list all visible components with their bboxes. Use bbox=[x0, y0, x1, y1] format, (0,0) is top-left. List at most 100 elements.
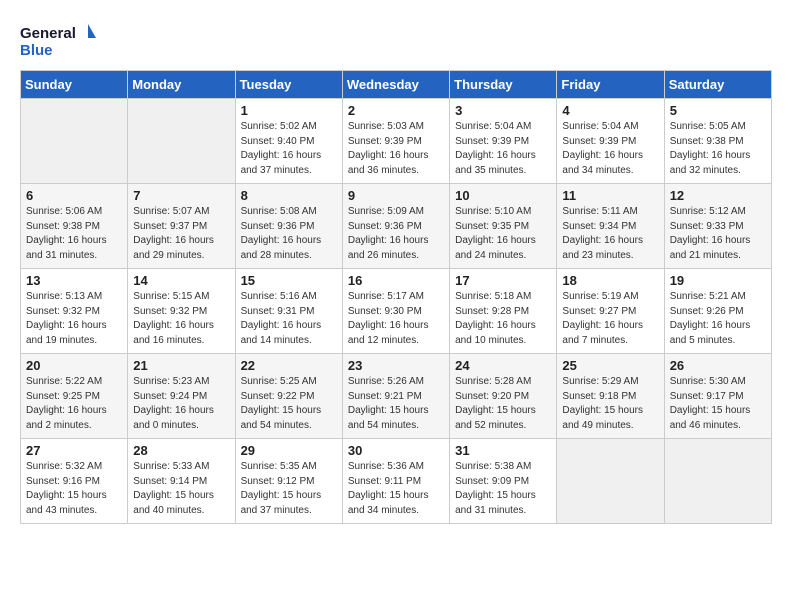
calendar-cell: 31 Sunrise: 5:38 AM Sunset: 9:09 PM Dayli… bbox=[450, 439, 557, 524]
day-info: Sunrise: 5:03 AM Sunset: 9:39 PM Dayligh… bbox=[348, 120, 444, 178]
day-info: Sunrise: 5:26 AM Sunset: 9:21 PM Dayligh… bbox=[348, 375, 444, 433]
calendar-cell: 29Sunrise: 5:35 AM Sunset: 9:12 PM Dayli… bbox=[235, 439, 342, 524]
day-info: Sunrise: 5:22 AM Sunset: 9:25 PM Dayligh… bbox=[26, 375, 122, 433]
day-number: 5 bbox=[670, 103, 766, 118]
day-number: 23 bbox=[348, 358, 444, 373]
calendar-week-row: 20 Sunrise: 5:22 AM Sunset: 9:25 PM Dayli… bbox=[21, 354, 772, 439]
day-info: Sunrise: 5:04 AM Sunset: 9:39 PM Dayligh… bbox=[455, 120, 551, 178]
day-info: Sunrise: 5:13 AM Sunset: 9:32 PM Dayligh… bbox=[26, 290, 122, 348]
day-info: Sunrise: 5:17 AM Sunset: 9:30 PM Dayligh… bbox=[348, 290, 444, 348]
day-number: 22 bbox=[241, 358, 337, 373]
day-info: Sunrise: 5:08 AM Sunset: 9:36 PM Dayligh… bbox=[241, 205, 337, 263]
day-info: Sunrise: 5:29 AM Sunset: 9:18 PM Dayligh… bbox=[562, 375, 658, 433]
calendar-cell: 20 Sunrise: 5:22 AM Sunset: 9:25 PM Dayli… bbox=[21, 354, 128, 439]
day-number: 16 bbox=[348, 273, 444, 288]
day-number: 17 bbox=[455, 273, 551, 288]
day-info: Sunrise: 5:06 AM Sunset: 9:38 PM Dayligh… bbox=[26, 205, 122, 263]
day-info: Sunrise: 5:21 AM Sunset: 9:26 PM Dayligh… bbox=[670, 290, 766, 348]
day-info: Sunrise: 5:28 AM Sunset: 9:20 PM Dayligh… bbox=[455, 375, 551, 433]
svg-text:Blue: Blue bbox=[20, 42, 53, 59]
header-wednesday: Wednesday bbox=[342, 71, 449, 99]
day-number: 29 bbox=[241, 443, 337, 458]
day-info: Sunrise: 5:23 AM Sunset: 9:24 PM Dayligh… bbox=[133, 375, 229, 433]
header-sunday: Sunday bbox=[21, 71, 128, 99]
calendar-cell bbox=[128, 99, 235, 184]
day-number: 10 bbox=[455, 188, 551, 203]
day-number: 25 bbox=[562, 358, 658, 373]
day-number: 24 bbox=[455, 358, 551, 373]
day-info: Sunrise: 5:18 AM Sunset: 9:28 PM Dayligh… bbox=[455, 290, 551, 348]
day-number: 6 bbox=[26, 188, 122, 203]
day-info: Sunrise: 5:36 AM Sunset: 9:11 PM Dayligh… bbox=[348, 460, 444, 518]
day-number: 3 bbox=[455, 103, 551, 118]
day-number: 19 bbox=[670, 273, 766, 288]
logo-icon: GeneralBlue bbox=[20, 20, 100, 60]
day-info: Sunrise: 5:19 AM Sunset: 9:27 PM Dayligh… bbox=[562, 290, 658, 348]
page-header: GeneralBlue bbox=[20, 20, 772, 60]
logo: GeneralBlue bbox=[20, 20, 100, 60]
calendar-cell: 3 Sunrise: 5:04 AM Sunset: 9:39 PM Daylig… bbox=[450, 99, 557, 184]
day-info: Sunrise: 5:11 AM Sunset: 9:34 PM Dayligh… bbox=[562, 205, 658, 263]
calendar-cell: 14Sunrise: 5:15 AM Sunset: 9:32 PM Dayli… bbox=[128, 269, 235, 354]
calendar-cell: 4Sunrise: 5:04 AM Sunset: 9:39 PM Daylig… bbox=[557, 99, 664, 184]
day-info: Sunrise: 5:33 AM Sunset: 9:14 PM Dayligh… bbox=[133, 460, 229, 518]
day-info: Sunrise: 5:15 AM Sunset: 9:32 PM Dayligh… bbox=[133, 290, 229, 348]
day-info: Sunrise: 5:32 AM Sunset: 9:16 PM Dayligh… bbox=[26, 460, 122, 518]
day-info: Sunrise: 5:09 AM Sunset: 9:36 PM Dayligh… bbox=[348, 205, 444, 263]
calendar-cell: 1Sunrise: 5:02 AM Sunset: 9:40 PM Daylig… bbox=[235, 99, 342, 184]
day-number: 18 bbox=[562, 273, 658, 288]
calendar-cell: 5 Sunrise: 5:05 AM Sunset: 9:38 PM Daylig… bbox=[664, 99, 771, 184]
calendar-cell: 10 Sunrise: 5:10 AM Sunset: 9:35 PM Dayli… bbox=[450, 184, 557, 269]
calendar-cell: 24 Sunrise: 5:28 AM Sunset: 9:20 PM Dayli… bbox=[450, 354, 557, 439]
day-number: 26 bbox=[670, 358, 766, 373]
day-info: Sunrise: 5:30 AM Sunset: 9:17 PM Dayligh… bbox=[670, 375, 766, 433]
day-number: 28 bbox=[133, 443, 229, 458]
header-thursday: Thursday bbox=[450, 71, 557, 99]
day-number: 30 bbox=[348, 443, 444, 458]
calendar-header-row: SundayMondayTuesdayWednesdayThursdayFrid… bbox=[21, 71, 772, 99]
calendar-table: SundayMondayTuesdayWednesdayThursdayFrid… bbox=[20, 70, 772, 524]
day-info: Sunrise: 5:38 AM Sunset: 9:09 PM Dayligh… bbox=[455, 460, 551, 518]
day-number: 21 bbox=[133, 358, 229, 373]
calendar-week-row: 1Sunrise: 5:02 AM Sunset: 9:40 PM Daylig… bbox=[21, 99, 772, 184]
calendar-cell: 18 Sunrise: 5:19 AM Sunset: 9:27 PM Dayli… bbox=[557, 269, 664, 354]
day-info: Sunrise: 5:07 AM Sunset: 9:37 PM Dayligh… bbox=[133, 205, 229, 263]
day-number: 9 bbox=[348, 188, 444, 203]
calendar-week-row: 13 Sunrise: 5:13 AM Sunset: 9:32 PM Dayli… bbox=[21, 269, 772, 354]
calendar-cell: 15 Sunrise: 5:16 AM Sunset: 9:31 PM Dayli… bbox=[235, 269, 342, 354]
header-friday: Friday bbox=[557, 71, 664, 99]
calendar-cell: 22 Sunrise: 5:25 AM Sunset: 9:22 PM Dayli… bbox=[235, 354, 342, 439]
calendar-cell: 25 Sunrise: 5:29 AM Sunset: 9:18 PM Dayli… bbox=[557, 354, 664, 439]
calendar-week-row: 27Sunrise: 5:32 AM Sunset: 9:16 PM Dayli… bbox=[21, 439, 772, 524]
calendar-cell: 9 Sunrise: 5:09 AM Sunset: 9:36 PM Daylig… bbox=[342, 184, 449, 269]
day-number: 13 bbox=[26, 273, 122, 288]
calendar-cell: 19 Sunrise: 5:21 AM Sunset: 9:26 PM Dayli… bbox=[664, 269, 771, 354]
calendar-cell bbox=[664, 439, 771, 524]
calendar-cell bbox=[557, 439, 664, 524]
svg-text:General: General bbox=[20, 25, 76, 42]
day-number: 4 bbox=[562, 103, 658, 118]
calendar-cell: 23 Sunrise: 5:26 AM Sunset: 9:21 PM Dayli… bbox=[342, 354, 449, 439]
calendar-cell: 30 Sunrise: 5:36 AM Sunset: 9:11 PM Dayli… bbox=[342, 439, 449, 524]
day-info: Sunrise: 5:10 AM Sunset: 9:35 PM Dayligh… bbox=[455, 205, 551, 263]
day-info: Sunrise: 5:16 AM Sunset: 9:31 PM Dayligh… bbox=[241, 290, 337, 348]
calendar-cell: 21 Sunrise: 5:23 AM Sunset: 9:24 PM Dayli… bbox=[128, 354, 235, 439]
calendar-cell: 27Sunrise: 5:32 AM Sunset: 9:16 PM Dayli… bbox=[21, 439, 128, 524]
calendar-week-row: 6 Sunrise: 5:06 AM Sunset: 9:38 PM Daylig… bbox=[21, 184, 772, 269]
day-info: Sunrise: 5:02 AM Sunset: 9:40 PM Dayligh… bbox=[241, 120, 337, 178]
day-number: 31 bbox=[455, 443, 551, 458]
day-info: Sunrise: 5:05 AM Sunset: 9:38 PM Dayligh… bbox=[670, 120, 766, 178]
calendar-cell: 8 Sunrise: 5:08 AM Sunset: 9:36 PM Daylig… bbox=[235, 184, 342, 269]
day-number: 12 bbox=[670, 188, 766, 203]
calendar-cell: 28 Sunrise: 5:33 AM Sunset: 9:14 PM Dayli… bbox=[128, 439, 235, 524]
day-info: Sunrise: 5:25 AM Sunset: 9:22 PM Dayligh… bbox=[241, 375, 337, 433]
day-number: 20 bbox=[26, 358, 122, 373]
calendar-cell: 16 Sunrise: 5:17 AM Sunset: 9:30 PM Dayli… bbox=[342, 269, 449, 354]
header-tuesday: Tuesday bbox=[235, 71, 342, 99]
day-number: 8 bbox=[241, 188, 337, 203]
calendar-cell: 17 Sunrise: 5:18 AM Sunset: 9:28 PM Dayli… bbox=[450, 269, 557, 354]
calendar-cell: 7Sunrise: 5:07 AM Sunset: 9:37 PM Daylig… bbox=[128, 184, 235, 269]
calendar-cell: 11 Sunrise: 5:11 AM Sunset: 9:34 PM Dayli… bbox=[557, 184, 664, 269]
day-number: 11 bbox=[562, 188, 658, 203]
day-number: 15 bbox=[241, 273, 337, 288]
